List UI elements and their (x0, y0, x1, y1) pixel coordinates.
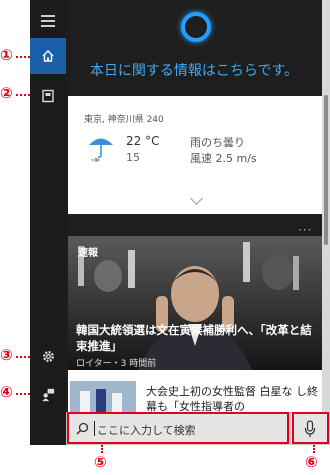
weather-condition: 雨のち曇り (190, 136, 245, 149)
weather-low-temperature: 15 (126, 151, 140, 164)
news-headline[interactable]: 韓国大統領選は文在寅候補勝利へ、「改革と結束推進」 (76, 322, 320, 354)
feedback-icon (41, 388, 54, 401)
callout-2-leader (16, 94, 30, 96)
news-card-more-button[interactable]: ··· (298, 223, 312, 237)
home-button[interactable] (30, 38, 66, 74)
callout-6-leader (313, 445, 315, 453)
microphone-highlight (292, 412, 329, 444)
weather-card[interactable]: 東京, 神奈川県 240 22 °C 15 雨のち曇り 風速 2.5 m/s (68, 96, 322, 214)
gear-icon (42, 350, 54, 362)
news-source: ロイター・3 時間前 (76, 359, 157, 369)
callout-1: ① (0, 46, 13, 64)
callout-5-leader (101, 445, 103, 453)
home-icon (42, 50, 54, 62)
callout-3: ③ (0, 346, 13, 364)
menu-icon[interactable] (41, 15, 55, 30)
cortana-main-pane: 本日に関する情報はこちらです。 ··· 東京, 神奈川県 240 22 °C 1… (66, 0, 322, 412)
callout-5: ⑤ (94, 453, 107, 471)
cortana-greeting: 本日に関する情報はこちらです。 (89, 63, 299, 79)
callout-2: ② (0, 84, 13, 102)
settings-button[interactable] (30, 338, 66, 374)
callout-4-leader (16, 393, 30, 395)
news-photo[interactable]: 速報 韓国大統領選は文在寅候補勝利へ、「改革と結束推進」 ロイター・3 時間前 (68, 236, 322, 370)
notebook-icon (42, 89, 54, 103)
notebook-button[interactable] (30, 78, 66, 114)
news-card[interactable]: 速報 韓国大統領選は文在寅候補勝利へ、「改革と結束推進」 ロイター・3 時間前 … (68, 236, 322, 412)
weather-location: 東京, 神奈川県 240 (84, 115, 164, 125)
news-item2-thumbnail[interactable] (70, 381, 136, 412)
news-breaking-tag: 速報 (78, 248, 98, 259)
scrollbar-thumb[interactable] (324, 95, 328, 245)
weather-wind: 風速 2.5 m/s (190, 152, 257, 165)
umbrella-icon (89, 138, 113, 162)
feedback-button[interactable] (30, 376, 66, 412)
callout-1-leader (16, 56, 30, 58)
search-box-highlight (67, 412, 289, 444)
cortana-logo (181, 12, 211, 42)
news-item2-title[interactable]: 大会史上初の女性監督 白星な し終幕も「女性指導者の (146, 384, 322, 412)
news-item2-photo (70, 381, 136, 412)
weather-temperature: 22 °C (126, 134, 160, 148)
callout-6: ⑥ (305, 453, 318, 471)
callout-3-leader (16, 356, 30, 358)
chevron-down-icon[interactable] (190, 192, 203, 205)
cortana-sidebar (30, 0, 66, 445)
callout-4: ④ (0, 383, 13, 401)
